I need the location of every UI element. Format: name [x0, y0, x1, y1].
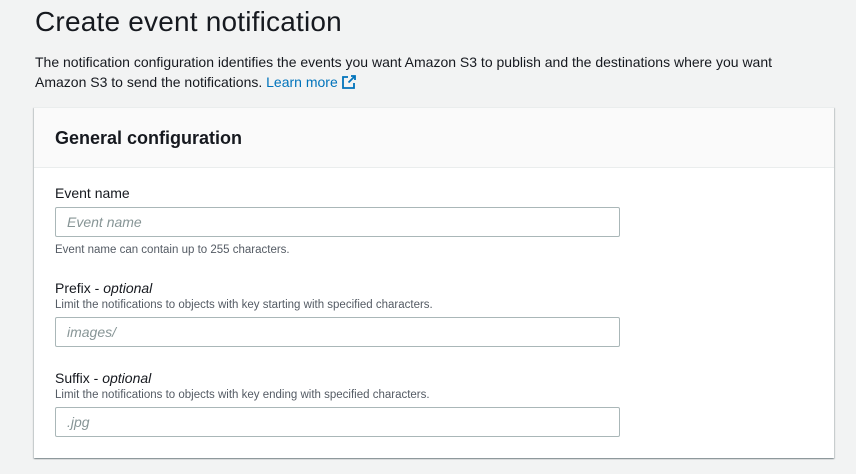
page-title: Create event notification	[35, 6, 342, 37]
suffix-label: Suffix - optional	[55, 369, 151, 387]
event-name-hint: Event name can contain up to 255 charact…	[55, 244, 290, 256]
general-configuration-panel: General configuration Event name Event n…	[34, 107, 834, 458]
page-description-text: The notification configuration identifie…	[35, 54, 773, 90]
prefix-description: Limit the notifications to objects with …	[55, 299, 433, 311]
page-description: The notification configuration identifie…	[35, 52, 825, 94]
panel-title: General configuration	[55, 128, 243, 148]
suffix-optional-tag: optional	[102, 370, 152, 386]
suffix-label-text: Suffix	[55, 370, 90, 386]
prefix-input[interactable]	[55, 317, 620, 347]
suffix-label-separator: -	[89, 370, 103, 386]
prefix-label: Prefix - optional	[55, 279, 152, 297]
learn-more-link[interactable]: Learn more	[266, 74, 356, 90]
prefix-optional-tag: optional	[103, 280, 153, 296]
suffix-description: Limit the notifications to objects with …	[55, 389, 430, 401]
suffix-input[interactable]	[55, 407, 620, 437]
panel-header: General configuration	[34, 108, 834, 168]
learn-more-label: Learn more	[266, 74, 338, 90]
event-name-input[interactable]	[55, 207, 620, 237]
external-link-icon	[341, 74, 356, 94]
prefix-label-separator: -	[90, 280, 104, 296]
create-event-notification-page: Create event notification The notificati…	[0, 0, 856, 474]
event-name-label: Event name	[55, 185, 130, 201]
prefix-label-text: Prefix	[55, 280, 91, 296]
